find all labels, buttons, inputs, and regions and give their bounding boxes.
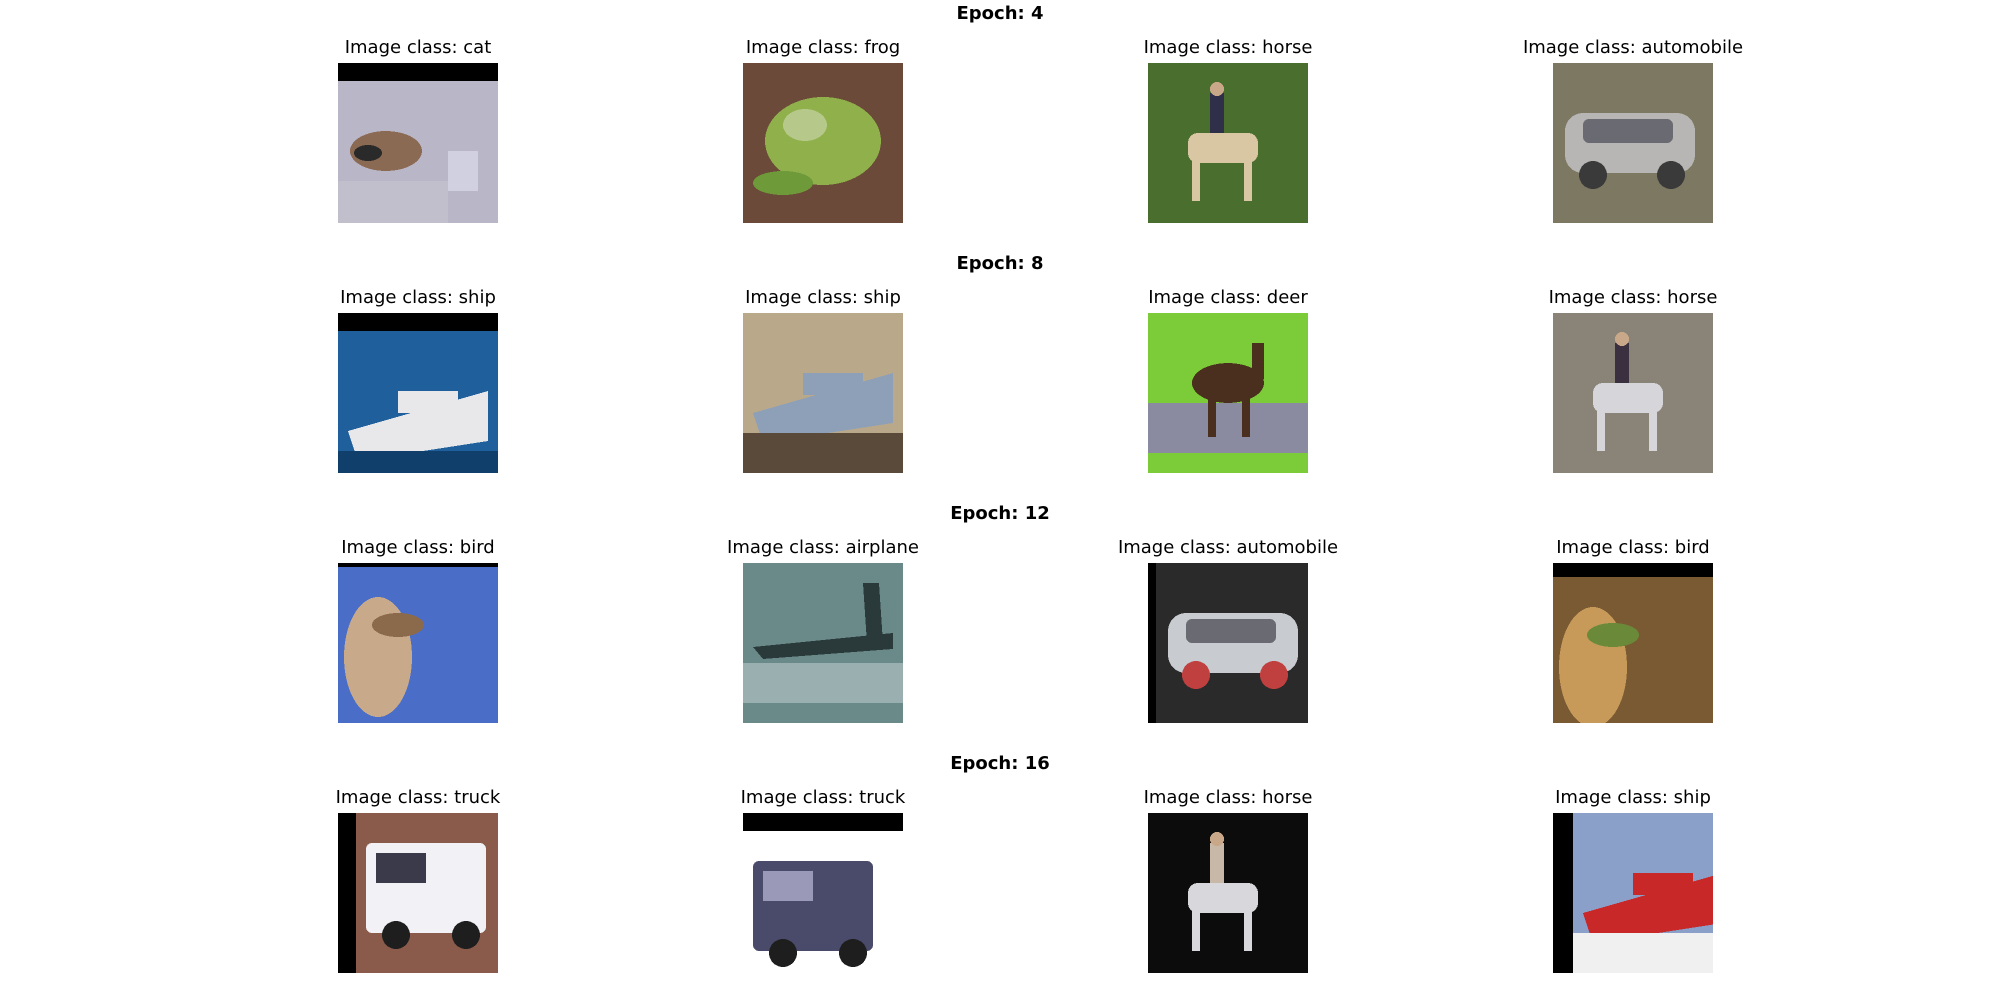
epoch-title: Epoch: 16 xyxy=(950,753,1050,774)
image-class-label: Image class: ship xyxy=(745,287,901,308)
image-class-label: Image class: bird xyxy=(341,537,495,558)
image-class-label: Image class: horse xyxy=(1143,787,1313,808)
image-class-label: Image class: airplane xyxy=(727,537,919,558)
sample-image xyxy=(1148,563,1308,723)
image-class-label: Image class: truck xyxy=(740,787,906,808)
image-class-label: Image class: truck xyxy=(335,787,501,808)
image-class-label: Image class: ship xyxy=(340,287,496,308)
sample-image xyxy=(338,563,498,723)
sample-image xyxy=(1553,313,1713,473)
image-class-label: Image class: automobile xyxy=(1522,37,1744,58)
sample-image xyxy=(338,813,498,973)
sample-image xyxy=(1148,313,1308,473)
image-class-label: Image class: deer xyxy=(1148,287,1308,308)
sample-image xyxy=(338,313,498,473)
sample-image xyxy=(1553,63,1713,223)
sample-image xyxy=(338,63,498,223)
sample-image xyxy=(743,313,903,473)
sample-image xyxy=(743,563,903,723)
sample-image xyxy=(1553,563,1713,723)
sample-image xyxy=(1148,63,1308,223)
image-class-label: Image class: ship xyxy=(1555,787,1711,808)
sample-image xyxy=(743,813,903,973)
image-class-label: Image class: horse xyxy=(1143,37,1313,58)
image-class-label: Image class: cat xyxy=(344,37,492,58)
image-class-label: Image class: bird xyxy=(1556,537,1710,558)
epoch-title: Epoch: 12 xyxy=(950,503,1050,524)
image-class-label: Image class: automobile xyxy=(1117,537,1339,558)
sample-image xyxy=(1553,813,1713,973)
image-class-label: Image class: frog xyxy=(745,37,901,58)
sample-image xyxy=(1148,813,1308,973)
epoch-title: Epoch: 8 xyxy=(956,253,1044,274)
sample-image xyxy=(743,63,903,223)
image-class-label: Image class: horse xyxy=(1548,287,1718,308)
epoch-title: Epoch: 4 xyxy=(956,3,1044,24)
